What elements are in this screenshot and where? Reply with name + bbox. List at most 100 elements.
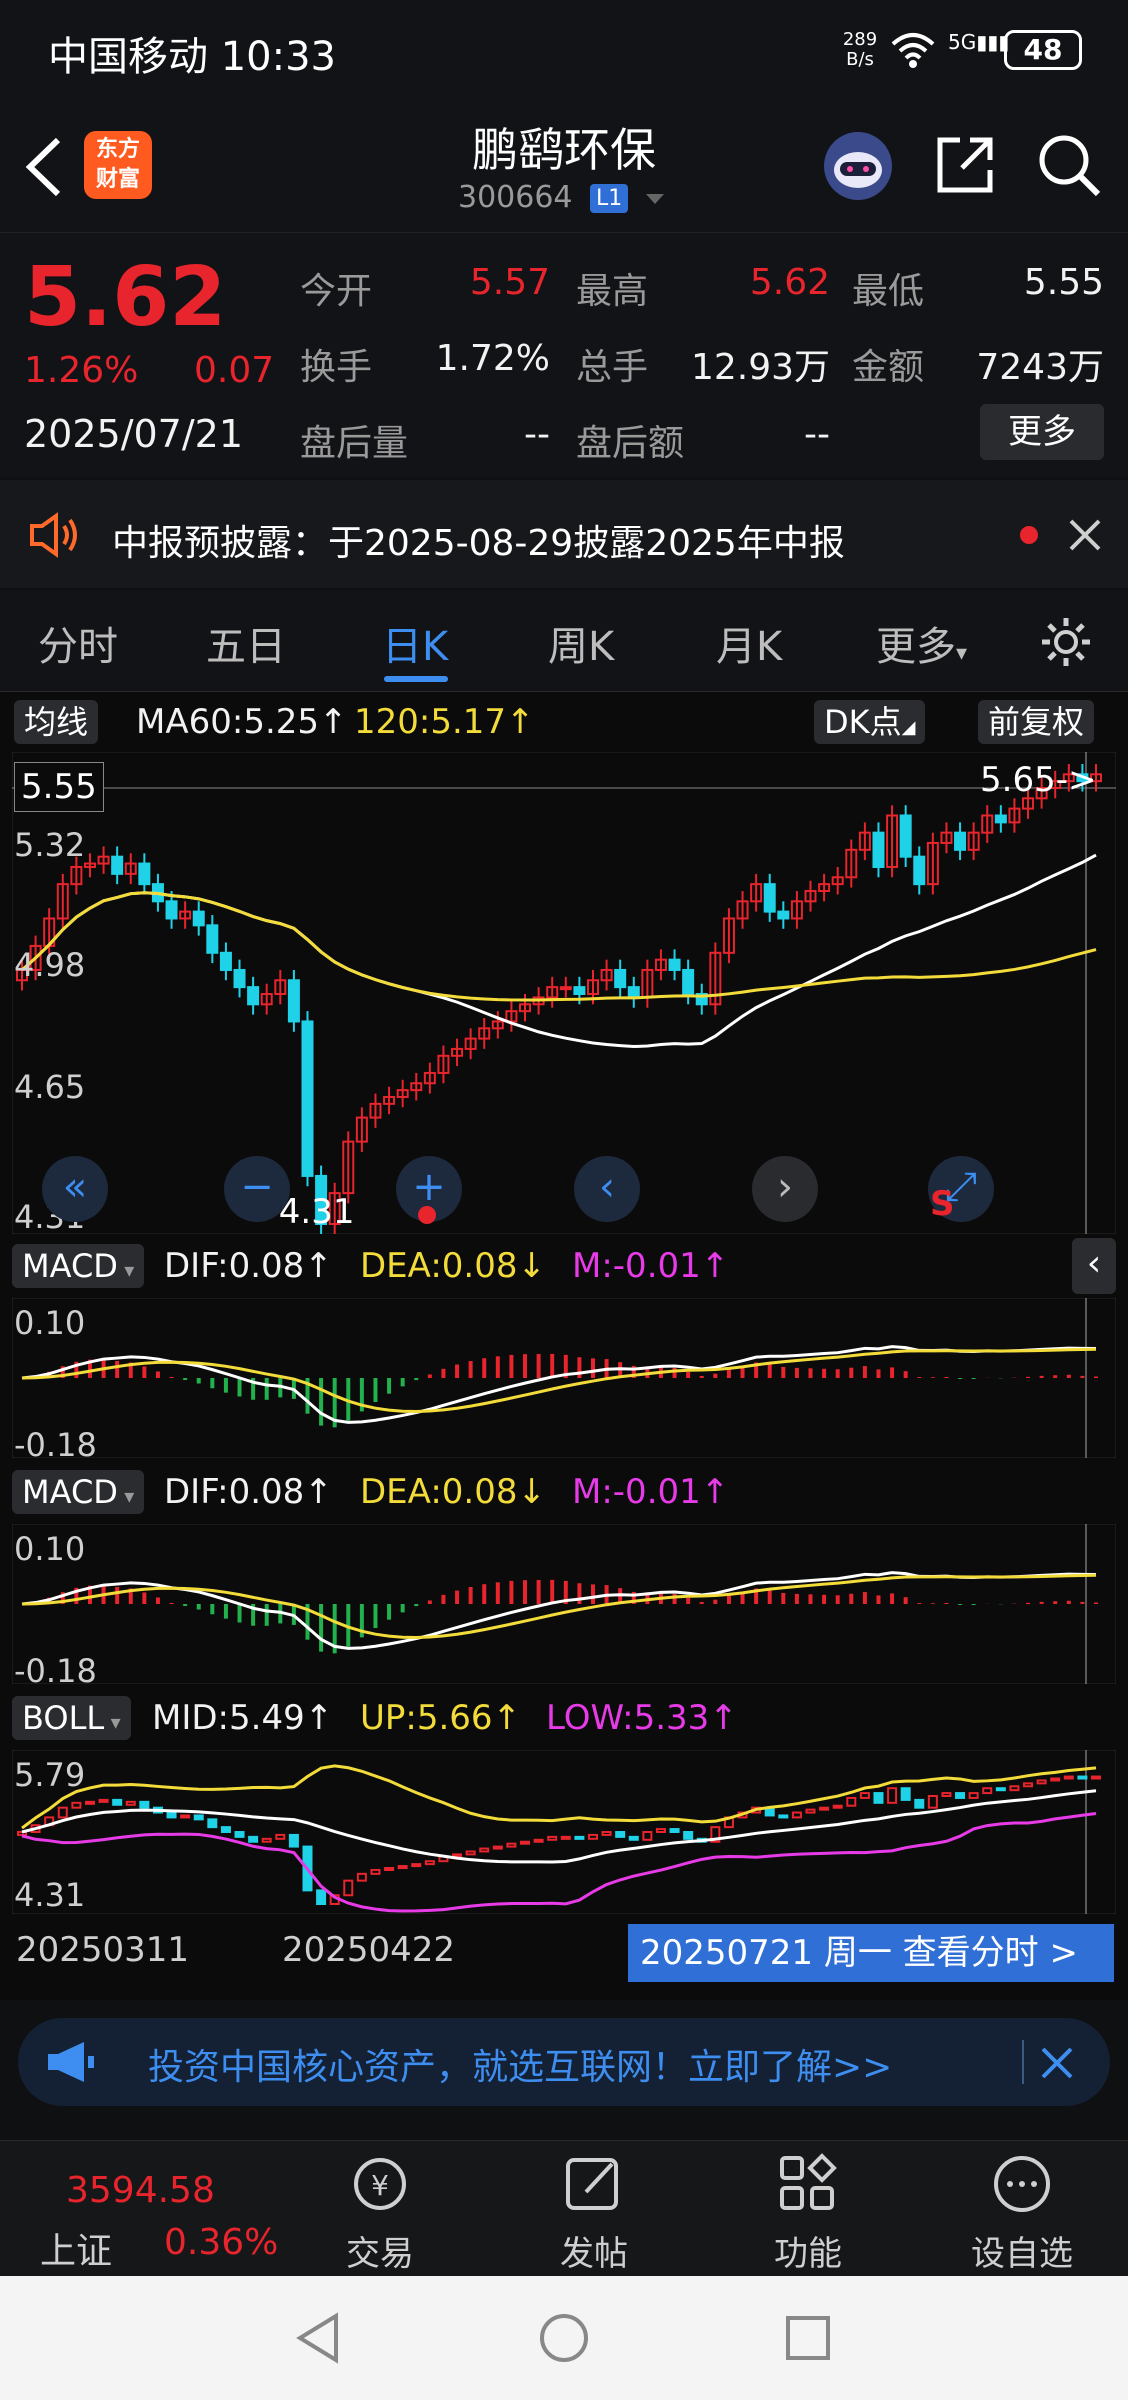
boll-candle: [1023, 1782, 1034, 1788]
candle-body: [559, 986, 572, 991]
unread-dot: [1020, 526, 1038, 544]
macd1-m: M:-0.01↑: [572, 1246, 730, 1286]
boll-candle: [778, 1814, 789, 1819]
robot-assistant-icon[interactable]: [820, 128, 896, 204]
macd1-chart[interactable]: [12, 1298, 1116, 1458]
net-speed-unit: B/s: [846, 49, 874, 70]
boll-candle: [887, 1787, 898, 1804]
index-value[interactable]: 3594.58: [66, 2170, 215, 2211]
boll-candle: [139, 1800, 150, 1809]
functions-icon[interactable]: [776, 2152, 840, 2216]
candle-body: [111, 855, 124, 875]
chevron-down-icon[interactable]: [644, 192, 666, 206]
net-speed-value: 289: [842, 29, 878, 50]
ma-selector[interactable]: 均线: [14, 700, 99, 744]
share-icon[interactable]: [934, 134, 996, 196]
boll-candle: [1036, 1779, 1047, 1785]
y-tick-1: 5.32: [14, 826, 86, 864]
macd1-selector[interactable]: MACD ▾: [12, 1244, 145, 1288]
settings-gear-icon[interactable]: [1038, 614, 1094, 670]
boll-mid: MID:5.49↑: [152, 1698, 334, 1738]
candle-body: [627, 986, 640, 999]
boll-candle: [356, 1872, 367, 1882]
boll-candle: [547, 1835, 558, 1841]
tab-day-k[interactable]: 日K: [382, 614, 448, 672]
boll-chart[interactable]: [12, 1750, 1116, 1914]
zoom-dot: [418, 1206, 436, 1224]
boll-candle: [832, 1804, 843, 1809]
boll-candle: [1063, 1775, 1074, 1780]
nav-add-watchlist[interactable]: 设自选: [962, 2226, 1082, 2275]
collapse-panel-button[interactable]: ‹: [1072, 1238, 1116, 1294]
home-circle-icon[interactable]: [538, 2312, 590, 2364]
active-tab-indicator: [384, 676, 448, 682]
boll-candle: [166, 1811, 177, 1819]
zoom-out-button[interactable]: −: [224, 1156, 290, 1222]
boll-up-line: [21, 1764, 1097, 1830]
macd2-y-top: 0.10: [14, 1530, 86, 1568]
macd1-y-top: 0.10: [14, 1304, 86, 1342]
nav-post[interactable]: 发帖: [534, 2226, 654, 2275]
candle-body: [219, 951, 232, 971]
boll-candle: [452, 1853, 463, 1858]
macd1-dea: DEA:0.08↓: [360, 1246, 546, 1286]
tab-month-k[interactable]: 月K: [716, 614, 782, 672]
ad-text: 投资中国核心资产，就选互联网！立即了解>>: [148, 2047, 893, 2088]
tab-five-day[interactable]: 五日: [206, 614, 286, 672]
candle-body: [777, 910, 790, 920]
boll-candle: [1077, 1775, 1088, 1780]
boll-candle: [424, 1860, 435, 1866]
tab-intraday[interactable]: 分时: [38, 614, 118, 672]
turnover-value: 1.72%: [435, 338, 550, 379]
macd2-label: MACD: [22, 1473, 118, 1511]
macd2-dea: DEA:0.08↓: [360, 1472, 546, 1512]
adjust-button[interactable]: 前复权: [978, 700, 1095, 744]
scroll-right-button[interactable]: ›: [752, 1156, 818, 1222]
boll-candle: [900, 1787, 911, 1801]
ad-close-icon[interactable]: [1040, 2046, 1074, 2080]
macd2-dif-line: [21, 1571, 1097, 1650]
watchlist-icon[interactable]: [990, 2152, 1054, 2216]
nav-trade[interactable]: 交易: [320, 2226, 440, 2275]
candle-body: [899, 814, 912, 858]
boll-candle: [397, 1865, 408, 1870]
close-icon[interactable]: [1068, 518, 1102, 552]
change-pct: 1.26%: [24, 350, 139, 391]
open-value: 5.57: [469, 262, 550, 303]
macd1-dif-line: [21, 1345, 1097, 1424]
macd1-label: MACD: [22, 1247, 118, 1285]
boll-candle: [384, 1867, 395, 1871]
boll-candle: [479, 1847, 490, 1853]
macd2-chart[interactable]: [12, 1524, 1116, 1684]
boll-mid-line: [21, 1789, 1097, 1864]
post-icon[interactable]: [562, 2152, 626, 2216]
boll-selector[interactable]: BOLL ▾: [12, 1696, 131, 1740]
candle-body: [247, 986, 260, 1006]
recents-square-icon[interactable]: [784, 2314, 832, 2362]
boll-candle: [193, 1814, 204, 1821]
low-label: 最低: [852, 271, 925, 312]
svg-text:¥: ¥: [371, 2169, 389, 2202]
tab-week-k[interactable]: 周K: [548, 614, 614, 672]
back-triangle-icon[interactable]: [296, 2312, 340, 2364]
tab-more[interactable]: 更多▾: [876, 614, 967, 672]
boll-candle: [574, 1835, 585, 1840]
candle-body: [165, 900, 178, 920]
candle-body: [682, 968, 695, 996]
s-marker-icon: S: [930, 1184, 955, 1224]
more-button[interactable]: 更多: [980, 404, 1104, 460]
dk-point-button[interactable]: DK点◢: [814, 700, 926, 744]
boll-candle: [628, 1835, 639, 1841]
nav-functions[interactable]: 功能: [748, 2226, 868, 2275]
boll-candle: [955, 1792, 966, 1799]
trade-icon[interactable]: ¥: [348, 2152, 412, 2216]
scroll-left-button[interactable]: ‹: [574, 1156, 640, 1222]
fast-backward-button[interactable]: «: [42, 1156, 108, 1222]
macd2-selector[interactable]: MACD ▾: [12, 1470, 145, 1514]
search-icon[interactable]: [1036, 132, 1102, 198]
view-intraday-link[interactable]: 20250721 周一 查看分时 >: [628, 1924, 1114, 1982]
index-pct[interactable]: 0.36%: [164, 2222, 278, 2263]
level-badge[interactable]: L1: [590, 184, 629, 213]
caret-down-icon: ▾: [956, 641, 968, 666]
index-name[interactable]: 上证: [40, 2222, 112, 2274]
